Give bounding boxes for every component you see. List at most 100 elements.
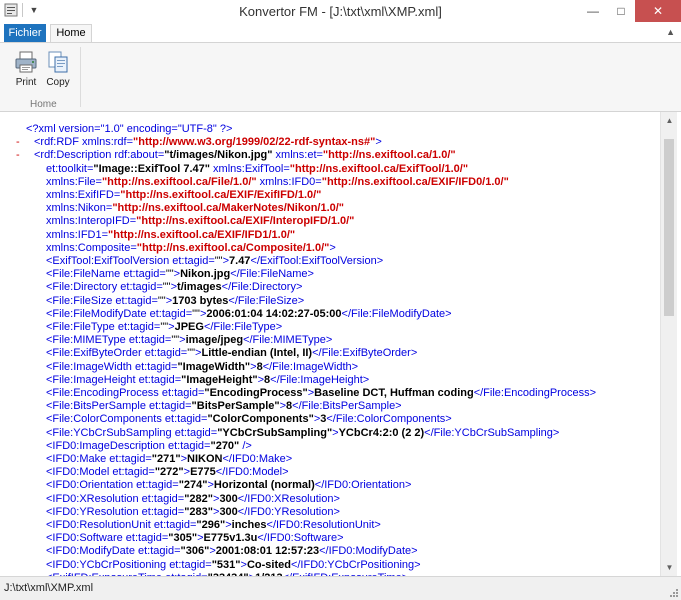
- code-token: <IFD0:Model et:tagid=: [46, 466, 155, 479]
- code-line: <rdf:Description rdf:about="t/images/Nik…: [34, 149, 456, 162]
- code-token: <File:YCbCrSubSampling et:tagid=: [46, 426, 218, 439]
- quick-access-dropdown-icon[interactable]: ▼: [27, 3, 41, 17]
- maximize-icon[interactable]: □: [607, 0, 635, 22]
- resize-grip-icon[interactable]: [669, 588, 679, 598]
- code-line: <IFD0:ResolutionUnit et:tagid="296">inch…: [46, 519, 381, 532]
- code-token: "BitsPerSample": [191, 400, 280, 413]
- code-line: <IFD0:YResolution et:tagid="283">300</IF…: [46, 506, 340, 519]
- collapse-ribbon-icon[interactable]: ▲: [666, 27, 675, 37]
- code-token: xmlns:File=: [46, 175, 102, 188]
- code-line: xmlns:IFD1="http://ns.exiftool.ca/EXIF/I…: [46, 229, 295, 242]
- copy-button[interactable]: Copy: [42, 49, 74, 88]
- scroll-up-icon[interactable]: ▲: [661, 112, 678, 129]
- code-line: <File:FileName et:tagid="">Nikon.jpg</Fi…: [46, 268, 314, 281]
- code-token: <IFD0:XResolution et:tagid=: [46, 492, 185, 505]
- code-token: "Image::ExifTool 7.47": [93, 162, 210, 175]
- code-line: xmlns:Composite="http://ns.exiftool.ca/C…: [46, 242, 336, 255]
- code-token: 300: [219, 492, 238, 505]
- close-icon[interactable]: ✕: [635, 0, 681, 22]
- code-token: "": [165, 268, 174, 281]
- collapse-toggle-icon[interactable]: -: [16, 149, 20, 161]
- tab-home[interactable]: Home: [50, 24, 92, 42]
- print-button[interactable]: Print: [10, 49, 42, 88]
- code-token: "283": [184, 505, 213, 518]
- code-token: "http://ns.exiftool.ca/Composite/1.0/": [136, 241, 330, 254]
- code-token: "": [187, 347, 196, 360]
- code-token: "296": [196, 519, 226, 531]
- code-token: </File:ImageHeight>: [270, 373, 370, 386]
- code-token: <File:Directory et:tagid=: [46, 281, 163, 294]
- code-line: <IFD0:ModifyDate et:tagid="306">2001:08:…: [46, 545, 418, 558]
- code-line: <File:FileSize et:tagid="">1703 bytes</F…: [46, 295, 304, 308]
- code-line: <File:MIMEType et:tagid="">image/jpeg</F…: [46, 334, 332, 347]
- code-token: inches: [231, 519, 267, 531]
- collapse-toggle-icon[interactable]: -: [16, 136, 20, 148]
- code-line: <File:Directory et:tagid="">t/images</Fi…: [46, 281, 302, 294]
- code-line: <IFD0:Orientation et:tagid="274">Horizon…: [46, 479, 411, 492]
- vertical-scrollbar[interactable]: ▲ ▼: [660, 112, 677, 576]
- code-token: <File:FileType et:tagid=: [46, 321, 161, 333]
- code-token: Little-endian (Intel, II): [201, 347, 313, 360]
- code-line: xmlns:File="http://ns.exiftool.ca/File/1…: [46, 176, 509, 189]
- code-token: <File:FileModifyDate et:tagid=: [46, 307, 193, 320]
- code-line: <File:ExifByteOrder et:tagid="">Little-e…: [46, 347, 417, 360]
- scroll-down-icon[interactable]: ▼: [661, 559, 678, 576]
- app-icon[interactable]: [4, 3, 18, 17]
- code-line: xmlns:Nikon="http://ns.exiftool.ca/Maker…: [46, 202, 344, 215]
- code-line: <IFD0:ImageDescription et:tagid="270" />: [46, 440, 252, 453]
- code-token: 300: [219, 505, 238, 518]
- code-token: "ColorComponents": [207, 413, 314, 426]
- code-token: </IFD0:Orientation>: [314, 479, 412, 492]
- minimize-icon[interactable]: —: [579, 0, 607, 22]
- code-token: <?xml version="1.0" encoding="UTF-8" ?>: [26, 123, 233, 135]
- code-token: xmlns:ExifIFD=: [46, 189, 121, 201]
- code-token: E775: [190, 466, 216, 479]
- window-controls: — □ ✕: [579, 0, 681, 22]
- code-token: <File:MIMEType et:tagid=: [46, 334, 172, 347]
- code-token: </File:BitsPerSample>: [292, 400, 402, 413]
- code-token: 2001:08:01 12:57:23: [215, 545, 320, 558]
- code-token: "http://ns.exiftool.ca/EXIF/InteropIFD/1…: [136, 215, 355, 228]
- code-line: <IFD0:Software et:tagid="305">E775v1.3u<…: [46, 532, 344, 545]
- code-token: />: [239, 439, 252, 452]
- code-token: "http://ns.exiftool.ca/EXIF/IFD0/1.0/": [321, 175, 509, 188]
- code-line: xmlns:InteropIFD="http://ns.exiftool.ca/…: [46, 215, 354, 228]
- code-token: xmlns:IFD0=: [256, 175, 322, 188]
- code-token: </IFD0:YCbCrPositioning>: [290, 558, 421, 571]
- code-token: </ExifTool:ExifToolVersion>: [250, 255, 384, 267]
- code-token: "": [160, 321, 169, 333]
- tab-fichier[interactable]: Fichier: [4, 24, 46, 42]
- code-line: <IFD0:Model et:tagid="272">E775</IFD0:Mo…: [46, 466, 289, 479]
- code-token: <File:EncodingProcess et:tagid=: [46, 387, 205, 399]
- code-line: <File:EncodingProcess et:tagid="Encoding…: [46, 387, 596, 400]
- code-token: </IFD0:ResolutionUnit>: [266, 519, 381, 531]
- code-token: xmlns:InteropIFD=: [46, 215, 137, 228]
- code-token: </File:YCbCrSubSampling>: [424, 426, 560, 439]
- code-token: JPEG: [174, 321, 204, 333]
- code-token: </File:ExifByteOrder>: [312, 347, 418, 360]
- code-token: </File:MIMEType>: [243, 334, 333, 347]
- code-token: E775v1.3u: [203, 532, 258, 545]
- code-token: <IFD0:YCbCrPositioning et:tagid=: [46, 558, 212, 571]
- printer-icon: [15, 51, 37, 73]
- code-area[interactable]: <?xml version="1.0" encoding="UTF-8" ?> -…: [0, 112, 660, 576]
- code-line: <IFD0:XResolution et:tagid="282">300</IF…: [46, 493, 340, 506]
- code-token: >: [375, 136, 382, 149]
- code-line: <File:ImageWidth et:tagid="ImageWidth">8…: [46, 361, 358, 374]
- code-token: </File:EncodingProcess>: [473, 387, 596, 399]
- code-token: <IFD0:Make et:tagid=: [46, 453, 152, 465]
- code-token: "274": [178, 479, 208, 492]
- code-line: <File:YCbCrSubSampling et:tagid="YCbCrSu…: [46, 427, 559, 440]
- quick-access-toolbar: ▼: [4, 3, 41, 17]
- code-token: "531": [211, 558, 241, 571]
- code-token: xmlns:IFD1=: [46, 228, 109, 241]
- code-token: 7.47: [229, 255, 251, 267]
- code-token: image/jpeg: [185, 334, 244, 347]
- code-token: <IFD0:Software et:tagid=: [46, 532, 169, 545]
- code-token: <ExifTool:ExifToolVersion et:tagid=: [46, 255, 215, 267]
- scrollbar-thumb[interactable]: [664, 139, 674, 316]
- title-bar: ▼ Konvertor FM - [J:\txt\xml\XMP.xml] — …: [0, 0, 681, 25]
- ribbon-tabs: Fichier Home ▲: [0, 24, 681, 42]
- xml-viewer[interactable]: <?xml version="1.0" encoding="UTF-8" ?> -…: [0, 112, 681, 576]
- code-token: <File:ImageWidth et:tagid=: [46, 360, 178, 373]
